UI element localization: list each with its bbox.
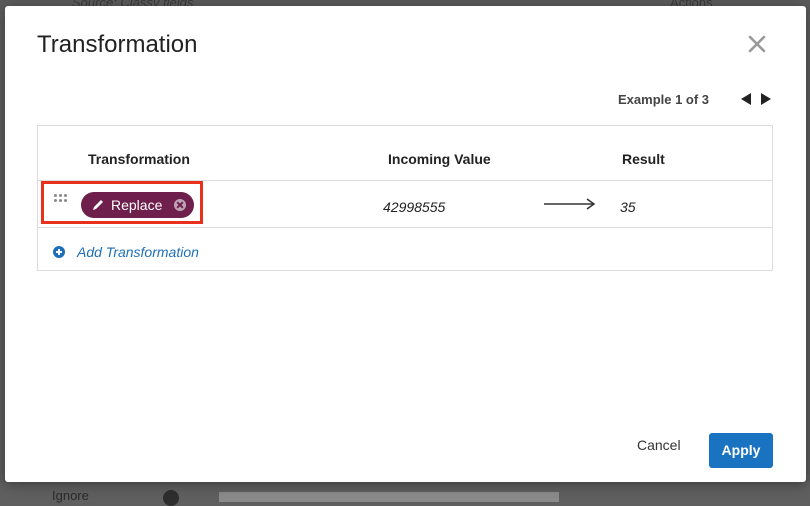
background-toggle-knob <box>163 490 179 506</box>
incoming-value: 42998555 <box>383 199 446 215</box>
triangle-right-icon <box>761 93 771 105</box>
result-value: 35 <box>620 199 636 215</box>
plus-circle-icon <box>53 246 65 258</box>
apply-button[interactable]: Apply <box>709 433 773 468</box>
background-ignore-label: Ignore <box>52 488 89 503</box>
example-counter: Example 1 of 3 <box>618 92 710 107</box>
row-divider <box>38 227 772 228</box>
long-arrow-right-icon <box>544 198 596 210</box>
previous-example-button[interactable] <box>739 92 753 106</box>
column-header-transformation: Transformation <box>88 151 190 167</box>
column-header-incoming-value: Incoming Value <box>388 151 491 167</box>
replace-transformation-chip[interactable]: Replace <box>81 192 194 218</box>
column-header-result: Result <box>622 151 665 167</box>
background-panel <box>219 492 559 502</box>
chip-label: Replace <box>111 197 163 213</box>
cancel-button[interactable]: Cancel <box>637 437 681 453</box>
add-transformation-label: Add Transformation <box>77 244 199 260</box>
transformation-table: Transformation Incoming Value Result Rep… <box>37 125 773 271</box>
transformation-modal: Transformation Example 1 of 3 Transforma… <box>5 6 806 482</box>
remove-chip-icon[interactable] <box>174 199 186 211</box>
next-example-button[interactable] <box>759 92 773 106</box>
close-button[interactable] <box>745 32 769 56</box>
triangle-left-icon <box>741 93 751 105</box>
pencil-icon <box>93 200 103 210</box>
close-icon <box>748 35 766 53</box>
modal-title: Transformation <box>37 31 198 58</box>
